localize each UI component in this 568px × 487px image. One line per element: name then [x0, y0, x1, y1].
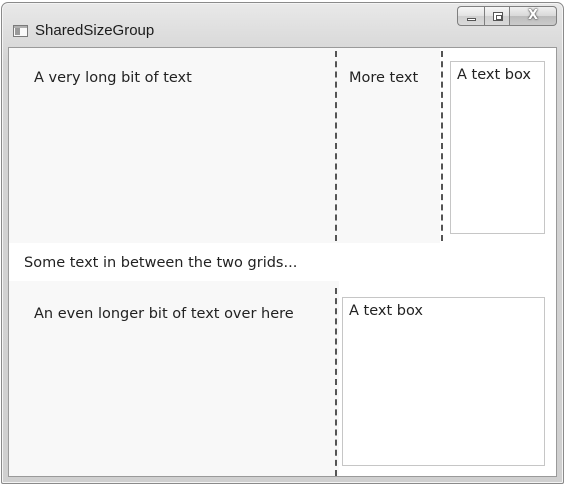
- client-area: A very long bit of text More text A text…: [8, 47, 557, 477]
- bottom-grid-splitter[interactable]: [335, 288, 337, 476]
- close-button[interactable]: X: [510, 6, 557, 26]
- top-grid-splitter-1[interactable]: [335, 51, 337, 241]
- minimize-icon: [467, 18, 476, 21]
- between-grids-text: Some text in between the two grids...: [24, 255, 298, 271]
- top-grid-col1-text: A very long bit of text: [34, 70, 192, 86]
- top-grid-splitter-2[interactable]: [441, 51, 443, 241]
- maximize-button[interactable]: [484, 6, 510, 26]
- bottom-grid-text-box[interactable]: A text box: [342, 297, 545, 466]
- maximize-icon: [493, 12, 503, 21]
- bottom-grid-col1-text: An even longer bit of text over here: [34, 306, 294, 322]
- caption-buttons: X: [457, 6, 557, 27]
- window-title: SharedSizeGroup: [35, 22, 155, 39]
- close-icon: X: [527, 8, 539, 23]
- title-bar[interactable]: SharedSizeGroup X: [2, 3, 563, 47]
- app-icon[interactable]: [13, 25, 28, 37]
- minimize-button[interactable]: [457, 6, 484, 26]
- app-window: SharedSizeGroup X A very long bit of tex…: [1, 2, 564, 484]
- top-grid-col2-text: More text: [349, 70, 419, 86]
- top-grid-text-box[interactable]: A text box: [450, 61, 545, 234]
